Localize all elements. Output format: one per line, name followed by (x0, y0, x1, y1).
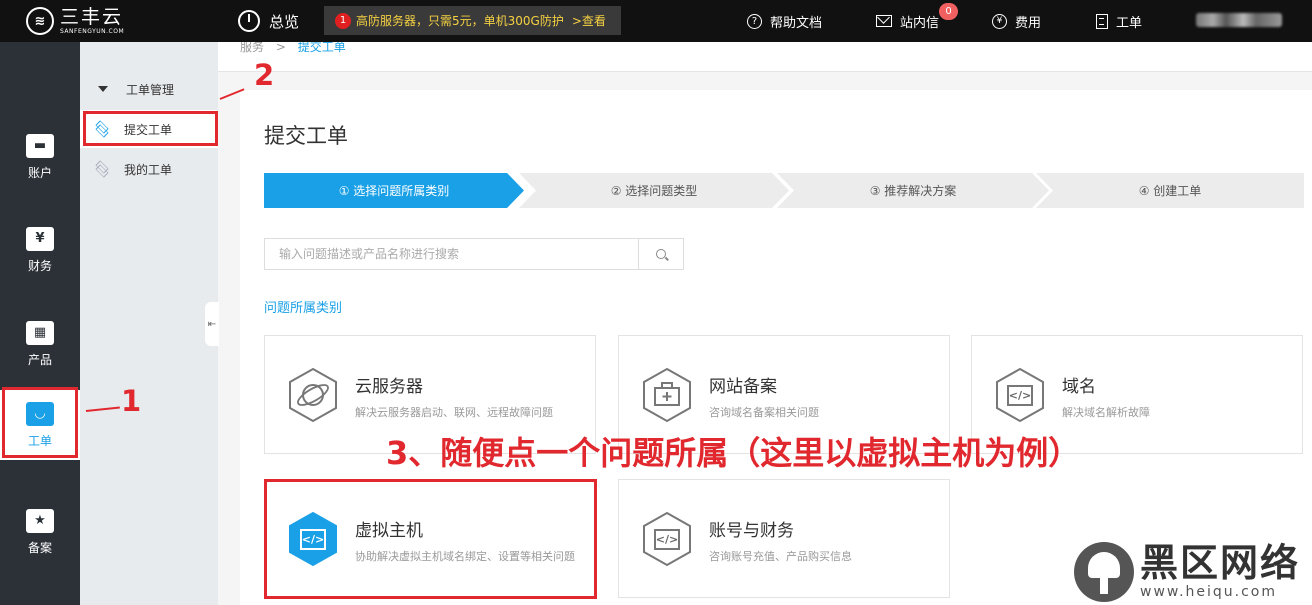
watermark-url: www.heiqu.com (1140, 583, 1278, 600)
subnav-group-ticket-management[interactable]: 工单管理 (80, 70, 218, 108)
annotation-box-card (264, 479, 597, 599)
layers-icon (94, 163, 110, 175)
subnav-item-label: 我的工单 (124, 162, 173, 177)
logo-name: 三丰云 (60, 5, 124, 28)
rail-item-label: 备案 (27, 540, 52, 555)
card-description: 解决云服务器启动、联网、远程故障问题 (355, 406, 553, 419)
billing-label: 费用 (1015, 15, 1042, 31)
star-icon: ★ (26, 508, 54, 533)
rail-item-filing[interactable]: ★ 备案 (0, 497, 80, 567)
annotation-step-1: 1 (121, 384, 142, 418)
overview-label: 总览 (269, 12, 300, 31)
medkit-icon (638, 366, 696, 424)
dashboard-icon (238, 10, 260, 32)
card-title: 账号与财务 (709, 521, 794, 541)
promo-link[interactable]: >查看 (572, 12, 606, 29)
id-card-icon: ▬ (26, 133, 54, 158)
top-bar: ≋ 三丰云 SANFENGYUN.COM 总览 1 高防服务器，只需5元，单机3… (0, 0, 1312, 42)
rail-item-label: 财务 (27, 258, 52, 273)
main-nav-rail: ▬ 账户 ¥ 财务 ▦ 产品 ◡ 工单 ★ 备案 (0, 42, 80, 605)
caret-down-icon (98, 86, 108, 92)
step-4: ④ 创建工单 (1036, 173, 1304, 208)
watermark: 黑区网络 www.heiqu.com (1074, 538, 1312, 605)
rail-item-finance[interactable]: ¥ 财务 (0, 215, 80, 285)
collapse-sidebar-icon[interactable]: ⇤ (205, 302, 219, 346)
subnav-group-label: 工单管理 (126, 82, 175, 97)
mushroom-logo-icon (1074, 541, 1134, 602)
search-button[interactable] (638, 239, 683, 269)
breadcrumb-parent[interactable]: 服务 (240, 42, 264, 54)
card-title: 云服务器 (355, 377, 423, 397)
mail-icon (876, 15, 892, 27)
card-description: 咨询域名备案相关问题 (709, 406, 819, 419)
annotation-box-subnav (83, 111, 218, 146)
code-icon: </> (991, 366, 1049, 424)
grid-icon: ▦ (26, 320, 54, 345)
user-account-menu[interactable] (1196, 13, 1282, 27)
rail-item-label: 账户 (27, 165, 52, 180)
tickets-link[interactable]: 工单 (1096, 0, 1142, 42)
card-description: 解决域名解析故障 (1062, 406, 1150, 419)
logo[interactable]: ≋ 三丰云 SANFENGYUN.COM (0, 0, 218, 42)
category-card-account-finance[interactable]: </> 账号与财务 咨询账号充值、产品购买信息 (618, 479, 950, 598)
annotation-box-rail (2, 387, 78, 458)
step-3: ③ 推荐解决方案 (777, 173, 1049, 208)
help-docs-label: 帮助文档 (770, 15, 823, 31)
code-glyph: </> (1008, 388, 1032, 402)
help-docs-link[interactable]: ? 帮助文档 (747, 0, 822, 42)
breadcrumb: 服务 > 提交工单 (218, 42, 1312, 72)
promo-badge: 1 (335, 12, 351, 29)
overview-link[interactable]: 总览 (238, 0, 299, 42)
rail-item-account[interactable]: ▬ 账户 (0, 122, 80, 192)
logo-icon: ≋ (26, 7, 54, 35)
subnav-item-my-tickets[interactable]: 我的工单 (80, 150, 218, 188)
card-title: 域名 (1062, 377, 1096, 397)
promo-banner[interactable]: 1 高防服务器，只需5元，单机300G防护 >查看 (324, 6, 621, 35)
step-progress: ① 选择问题所属类别 ② 选择问题类型 ③ 推荐解决方案 ④ 创建工单 (264, 173, 1304, 208)
search-input[interactable] (265, 239, 638, 269)
step-2: ② 选择问题类型 (519, 173, 789, 208)
code-icon: </> (638, 510, 696, 568)
logo-domain: SANFENGYUN.COM (60, 27, 125, 35)
yen-icon: ¥ (992, 13, 1007, 29)
step-1: ① 选择问题所属类别 (264, 173, 524, 208)
question-icon: ? (747, 13, 762, 29)
document-icon (1096, 13, 1108, 29)
annotation-step-3: 3、随便点一个问题所属（这里以虚拟主机为例） (386, 434, 1081, 472)
promo-text: 高防服务器，只需5元，单机300G防护 (356, 14, 564, 28)
messages-count-badge: 0 (939, 3, 958, 20)
search-box (264, 238, 684, 270)
billing-link[interactable]: ¥ 费用 (992, 0, 1041, 42)
search-icon (656, 249, 666, 259)
annotation-step-2: 2 (254, 58, 275, 92)
messages-label: 站内信 (900, 15, 940, 31)
card-title: 网站备案 (709, 377, 777, 397)
tickets-label: 工单 (1116, 15, 1143, 31)
category-title: 问题所属类别 (264, 301, 343, 316)
card-description: 咨询账号充值、产品购买信息 (709, 550, 852, 563)
rail-item-label: 产品 (27, 352, 52, 367)
planet-icon (284, 366, 342, 424)
rail-item-products[interactable]: ▦ 产品 (0, 309, 80, 379)
watermark-name: 黑区网络 (1140, 540, 1301, 585)
messages-link[interactable]: 站内信 (876, 0, 939, 42)
page-title: 提交工单 (264, 124, 348, 148)
code-glyph: </> (655, 532, 679, 546)
yen-icon: ¥ (26, 226, 54, 251)
breadcrumb-separator: > (275, 42, 286, 54)
breadcrumb-current: 提交工单 (297, 42, 346, 54)
